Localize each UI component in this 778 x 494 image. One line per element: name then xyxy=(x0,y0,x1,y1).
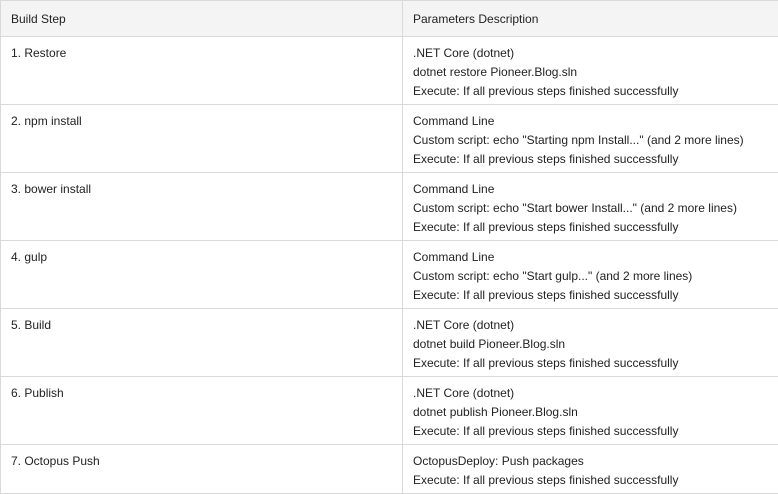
runner-type: Command Line xyxy=(413,250,495,264)
parameters-cell: Command Line Custom script: echo "Starti… xyxy=(402,104,778,173)
execute-condition: Execute: If all previous steps finished … xyxy=(413,84,679,98)
table-row: 6. Publish .NET Core (dotnet) dotnet pub… xyxy=(0,376,778,445)
runner-type: .NET Core (dotnet) xyxy=(413,46,515,60)
table-row: 7. Octopus Push OctopusDeploy: Push pack… xyxy=(0,444,778,494)
execute-condition: Execute: If all previous steps finished … xyxy=(413,220,679,234)
command: dotnet restore Pioneer.Blog.sln xyxy=(413,65,578,79)
execute-condition: Execute: If all previous steps finished … xyxy=(413,356,679,370)
table-row: 5. Build .NET Core (dotnet) dotnet build… xyxy=(0,308,778,377)
parameters-cell: OctopusDeploy: Push packages Execute: If… xyxy=(402,444,778,494)
build-steps-table: Build Step Parameters Description 1. Res… xyxy=(0,0,778,494)
command: Custom script: echo "Starting npm Instal… xyxy=(413,133,744,147)
command: Custom script: echo "Start gulp..." (and… xyxy=(413,269,693,283)
parameters-cell: .NET Core (dotnet) dotnet build Pioneer.… xyxy=(402,308,778,377)
step-name: 1. Restore xyxy=(0,36,403,105)
runner-type: .NET Core (dotnet) xyxy=(413,318,515,332)
runner-type: .NET Core (dotnet) xyxy=(413,386,515,400)
step-name: 3. bower install xyxy=(0,172,403,241)
execute-condition: Execute: If all previous steps finished … xyxy=(413,288,679,302)
execute-condition: Execute: If all previous steps finished … xyxy=(413,152,679,166)
execute-condition: Execute: If all previous steps finished … xyxy=(413,473,679,487)
runner-type: Command Line xyxy=(413,182,495,196)
command: dotnet publish Pioneer.Blog.sln xyxy=(413,405,578,419)
step-name: 4. gulp xyxy=(0,240,403,309)
table-row: 2. npm install Command Line Custom scrip… xyxy=(0,104,778,173)
step-name: 2. npm install xyxy=(0,104,403,173)
step-name: 6. Publish xyxy=(0,376,403,445)
table-header-row: Build Step Parameters Description xyxy=(0,0,778,37)
command: dotnet build Pioneer.Blog.sln xyxy=(413,337,566,351)
header-build-step: Build Step xyxy=(0,0,403,37)
step-name: 5. Build xyxy=(0,308,403,377)
execute-condition: Execute: If all previous steps finished … xyxy=(413,424,679,438)
header-parameters-description: Parameters Description xyxy=(402,0,778,37)
runner-type: OctopusDeploy: Push packages xyxy=(413,454,584,468)
parameters-cell: .NET Core (dotnet) dotnet restore Pionee… xyxy=(402,36,778,105)
parameters-cell: .NET Core (dotnet) dotnet publish Pionee… xyxy=(402,376,778,445)
parameters-cell: Command Line Custom script: echo "Start … xyxy=(402,172,778,241)
command: Custom script: echo "Start bower Install… xyxy=(413,201,737,215)
parameters-cell: Command Line Custom script: echo "Start … xyxy=(402,240,778,309)
table-row: 4. gulp Command Line Custom script: echo… xyxy=(0,240,778,309)
table-row: 1. Restore .NET Core (dotnet) dotnet res… xyxy=(0,36,778,105)
table-row: 3. bower install Command Line Custom scr… xyxy=(0,172,778,241)
step-name: 7. Octopus Push xyxy=(0,444,403,494)
runner-type: Command Line xyxy=(413,114,495,128)
